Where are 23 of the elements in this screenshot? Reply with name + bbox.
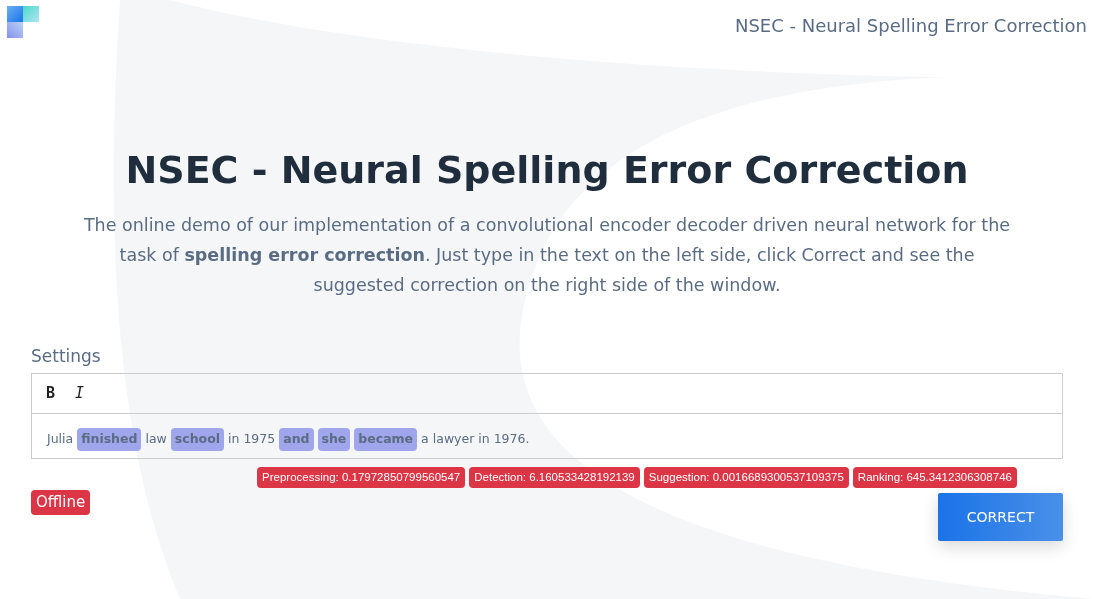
highlighted-word: finished — [77, 428, 142, 451]
bold-button[interactable]: B — [40, 382, 62, 405]
highlighted-word: school — [170, 428, 224, 451]
timing-badge: Suggestion: 0.0016689300537109375 — [643, 467, 849, 489]
highlighted-word: she — [317, 428, 351, 451]
description: The online demo of our implementation of a convolutional encoder decoder driven neural network for the task of spelling error correction. Just type in the text on the left side, click Correct and see the suggested correction on the right side of the window. — [82, 213, 1012, 297]
logo-icon — [7, 6, 40, 39]
timing-badge: Preprocessing: 0.17972850799560547 — [257, 467, 466, 489]
timing-badge: Detection: 6.160533428192139 — [469, 467, 640, 489]
page-heading: NSEC - Neural Spelling Error Correction — [124, 148, 970, 194]
app-title: NSEC - Neural Spelling Error Correction — [734, 14, 1087, 38]
editor-text: a lawyer in 1976. — [421, 430, 530, 449]
timing-badge: Ranking: 645.3412306308746 — [852, 467, 1017, 489]
settings-label: Settings — [31, 345, 101, 366]
status-badge: Offline — [31, 490, 91, 515]
editor-text: Julia — [47, 430, 74, 449]
editor-text: in 1975 — [228, 430, 276, 449]
correct-button[interactable]: CORRECT — [938, 493, 1063, 542]
highlighted-word: and — [279, 428, 314, 451]
editor-text: law — [145, 430, 167, 449]
highlighted-word: became — [354, 428, 418, 451]
text-editor[interactable]: B I Julia finished law school in 1975 and she became a lawyer in 1976. — [31, 373, 1063, 460]
italic-button[interactable]: I — [69, 382, 91, 405]
